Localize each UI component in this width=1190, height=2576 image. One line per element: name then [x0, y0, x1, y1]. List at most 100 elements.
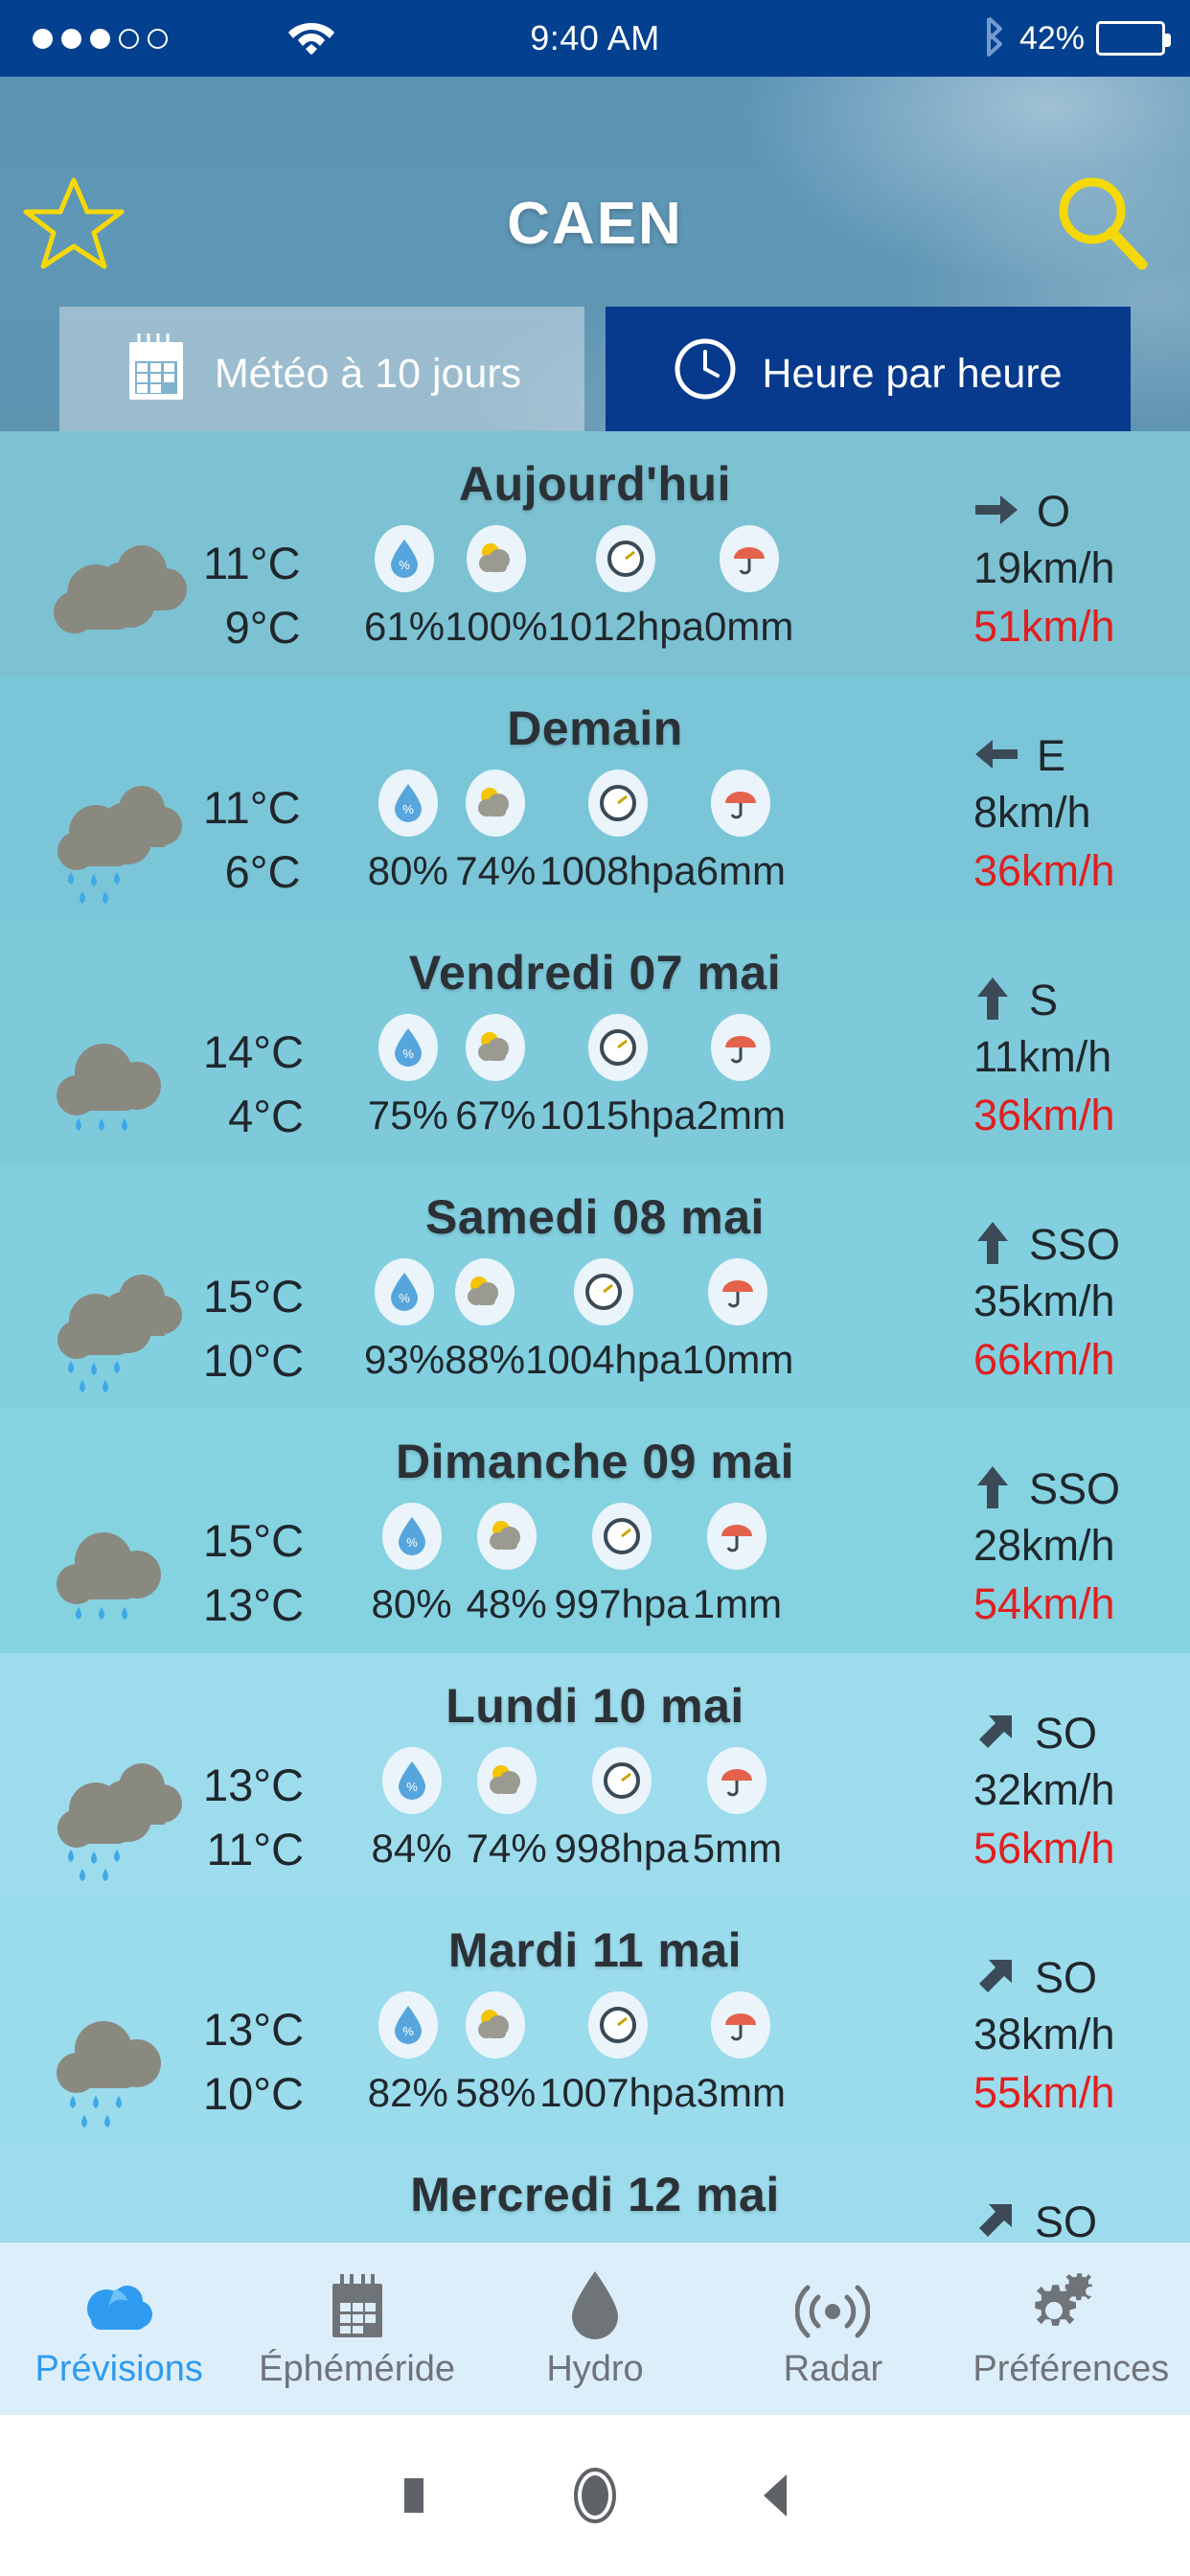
svg-text:%: %: [399, 1291, 410, 1305]
tab-meteo-10-jours[interactable]: Météo à 10 jours: [59, 307, 584, 441]
cloud-cover-value: 48%: [466, 1581, 547, 1626]
umbrella-icon: [707, 1503, 767, 1570]
sun-cloud-icon: [466, 1991, 526, 2058]
view-mode-tabs: Météo à 10 jours Heure par heure: [0, 307, 1190, 441]
home-circle-icon[interactable]: [504, 2463, 686, 2528]
humidity-value: 80%: [371, 1581, 452, 1626]
rain-value: 6mm: [696, 848, 786, 893]
calendar-icon: [323, 2268, 392, 2341]
app-screen: 9:40 AM 42% CAEN Météo à 10 jours Heure …: [0, 0, 1190, 2576]
barometer-icon: [587, 770, 648, 837]
nav-item-ephemeride[interactable]: Éphéméride: [238, 2268, 475, 2390]
metric-rain: 6mm: [697, 770, 786, 894]
wind-direction: O: [1037, 487, 1071, 536]
barometer-icon: [591, 1747, 652, 1814]
forecast-row[interactable]: Aujourd'hui 11°C 9°C % 61% 100% 1012hpa …: [0, 431, 1190, 676]
forecast-temps: 14°C 4°C: [46, 1008, 362, 1162]
nav-item-preferences[interactable]: Préférences: [952, 2268, 1190, 2390]
wind-direction: S: [1029, 976, 1059, 1024]
svg-text:%: %: [406, 1780, 418, 1794]
back-triangle-icon[interactable]: [686, 2469, 868, 2522]
forecast-list[interactable]: Aujourd'hui 11°C 9°C % 61% 100% 1012hpa …: [0, 431, 1190, 2242]
forecast-temp-low: 10°C: [203, 2068, 305, 2119]
umbrella-icon: [719, 525, 779, 592]
wind-speed: 32km/h: [973, 1765, 1115, 1814]
wind-gust: 55km/h: [973, 2068, 1115, 2118]
rain-value: 1mm: [692, 1581, 783, 1626]
tab-heure-par-heure[interactable]: Heure par heure: [606, 307, 1131, 441]
metric-rain: 2mm: [697, 1014, 786, 1138]
forecast-row[interactable]: Vendredi 07 mai 14°C 4°C % 75% 67% 1015h…: [0, 920, 1190, 1164]
calendar-icon: [123, 333, 190, 416]
nav-item-preferences-label: Préférences: [973, 2348, 1170, 2389]
humidity-droplet-icon: %: [375, 1258, 435, 1325]
forecast-row[interactable]: Mardi 11 mai 13°C 10°C % 82% 58% 1007hpa…: [0, 1898, 1190, 2142]
search-icon[interactable]: [1052, 172, 1152, 272]
forecast-row[interactable]: Demain 11°C 6°C % 80% 74% 1008hpa 6mm E …: [0, 676, 1190, 920]
wind-direction: SO: [1035, 2197, 1098, 2242]
forecast-wind: E 8km/h 36km/h: [862, 729, 1150, 900]
gears-icon: [1033, 2268, 1110, 2341]
forecast-wind: SO 32km/h 56km/h: [862, 1707, 1150, 1877]
nav-item-previsions[interactable]: Prévisions: [0, 2268, 238, 2390]
metric-pressure: 997hpa: [554, 1503, 689, 1627]
recents-square-icon[interactable]: [322, 2471, 504, 2520]
sun-cloud-icon: [466, 525, 526, 592]
umbrella-icon: [711, 1014, 771, 1081]
cloud-cover-value: 100%: [445, 604, 548, 649]
forecast-temp-low: 10°C: [203, 1335, 305, 1386]
forecast-temp-low: 9°C: [224, 602, 301, 653]
forecast-temp-low: 11°C: [206, 1824, 305, 1874]
wind-direction: E: [1037, 731, 1066, 780]
forecast-temp-high: 15°C: [203, 1271, 305, 1322]
forecast-metrics: % 80% 48% 997hpa 1mm: [364, 1503, 786, 1627]
nav-item-hydro[interactable]: Hydro: [476, 2268, 714, 2390]
svg-text:%: %: [399, 558, 410, 572]
forecast-temp-high: 13°C: [203, 1760, 305, 1811]
humidity-droplet-icon: %: [381, 1503, 442, 1570]
umbrella-icon: [711, 1991, 771, 2058]
page-title: CAEN: [507, 191, 683, 257]
pressure-value: 998hpa: [554, 1826, 689, 1871]
forecast-row[interactable]: Dimanche 09 mai 15°C 13°C % 80% 48% 997h…: [0, 1409, 1190, 1653]
forecast-metrics: % 75% 67% 1015hpa 2mm: [364, 1014, 786, 1138]
forecast-metrics: % 93% 88% 1004hpa 10mm: [364, 1258, 793, 1383]
sun-cloud-icon: [466, 1014, 526, 1081]
sun-cloud-icon: [476, 1747, 537, 1814]
nav-item-ephemeride-label: Éphéméride: [259, 2348, 456, 2389]
rain-icon: [46, 1746, 199, 1890]
sun-cloud-icon: [476, 1503, 537, 1570]
wind-arrow-icon: [973, 2198, 1018, 2243]
forecast-row[interactable]: Lundi 10 mai 13°C 11°C % 84% 74% 998hpa …: [0, 1653, 1190, 1898]
forecast-wind: SO: [862, 2196, 1150, 2242]
forecast-temp-low: 13°C: [203, 1579, 305, 1630]
wind-direction: SSO: [1029, 1220, 1121, 1269]
metric-rain: 0mm: [704, 525, 793, 650]
barometer-icon: [573, 1258, 633, 1325]
svg-text:%: %: [406, 1535, 418, 1550]
forecast-metrics: % 80% 74% 1008hpa 6mm: [364, 770, 786, 894]
metric-humidity: % 82%: [364, 1991, 452, 2116]
forecast-wind: SO 38km/h 55km/h: [862, 1951, 1150, 2122]
cloudy-icon: [46, 524, 199, 668]
bluetooth-icon: [981, 14, 1008, 63]
wind-direction: SO: [1035, 1953, 1098, 2002]
cloud-cover-value: 67%: [455, 1092, 537, 1138]
metric-cloud-cover: 74%: [452, 770, 540, 894]
metric-humidity: % 75%: [364, 1014, 452, 1138]
metric-cloud-cover: 74%: [459, 1747, 554, 1872]
metric-pressure: 1012hpa: [547, 525, 704, 650]
wind-gust: 66km/h: [973, 1335, 1115, 1385]
metric-humidity: % 61%: [364, 525, 445, 650]
pressure-value: 1008hpa: [539, 848, 697, 893]
wind-gust: 54km/h: [973, 1579, 1115, 1629]
wind-speed: 8km/h: [973, 788, 1091, 837]
forecast-row[interactable]: Mercredi 12 mai SO: [0, 2142, 1190, 2242]
humidity-droplet-icon: %: [378, 1014, 438, 1081]
humidity-value: 93%: [364, 1337, 446, 1382]
nav-item-radar[interactable]: Radar: [714, 2268, 951, 2390]
forecast-temps: 15°C 13°C: [46, 1497, 362, 1650]
rain-single-icon: [46, 2235, 199, 2242]
forecast-row[interactable]: Samedi 08 mai 15°C 10°C % 93% 88% 1004hp…: [0, 1164, 1190, 1409]
rain-value: 10mm: [681, 1337, 794, 1382]
